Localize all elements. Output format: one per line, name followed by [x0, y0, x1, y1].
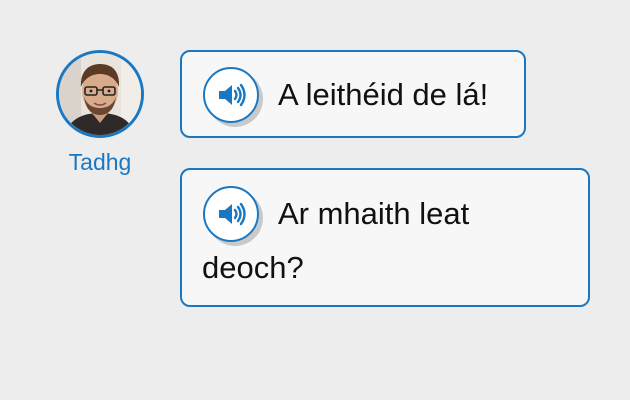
message-text: A leithéid de lá!	[278, 77, 489, 112]
play-audio-button[interactable]	[203, 186, 259, 242]
message-bubble: A leithéid de lá!	[180, 50, 526, 138]
play-audio-button[interactable]	[203, 67, 259, 123]
avatar	[56, 50, 144, 138]
avatar-photo	[59, 53, 141, 135]
person-photo-icon	[59, 53, 141, 135]
message-bubble: Ar mhaith leat deoch?	[180, 168, 590, 307]
speaker-name: Tadhg	[68, 149, 132, 175]
message-text-line-2: deoch?	[202, 250, 304, 285]
speaker-audio-icon	[219, 83, 246, 107]
message-text-line-1: Ar mhaith leat	[278, 196, 470, 231]
speaker-audio-icon	[219, 202, 246, 226]
